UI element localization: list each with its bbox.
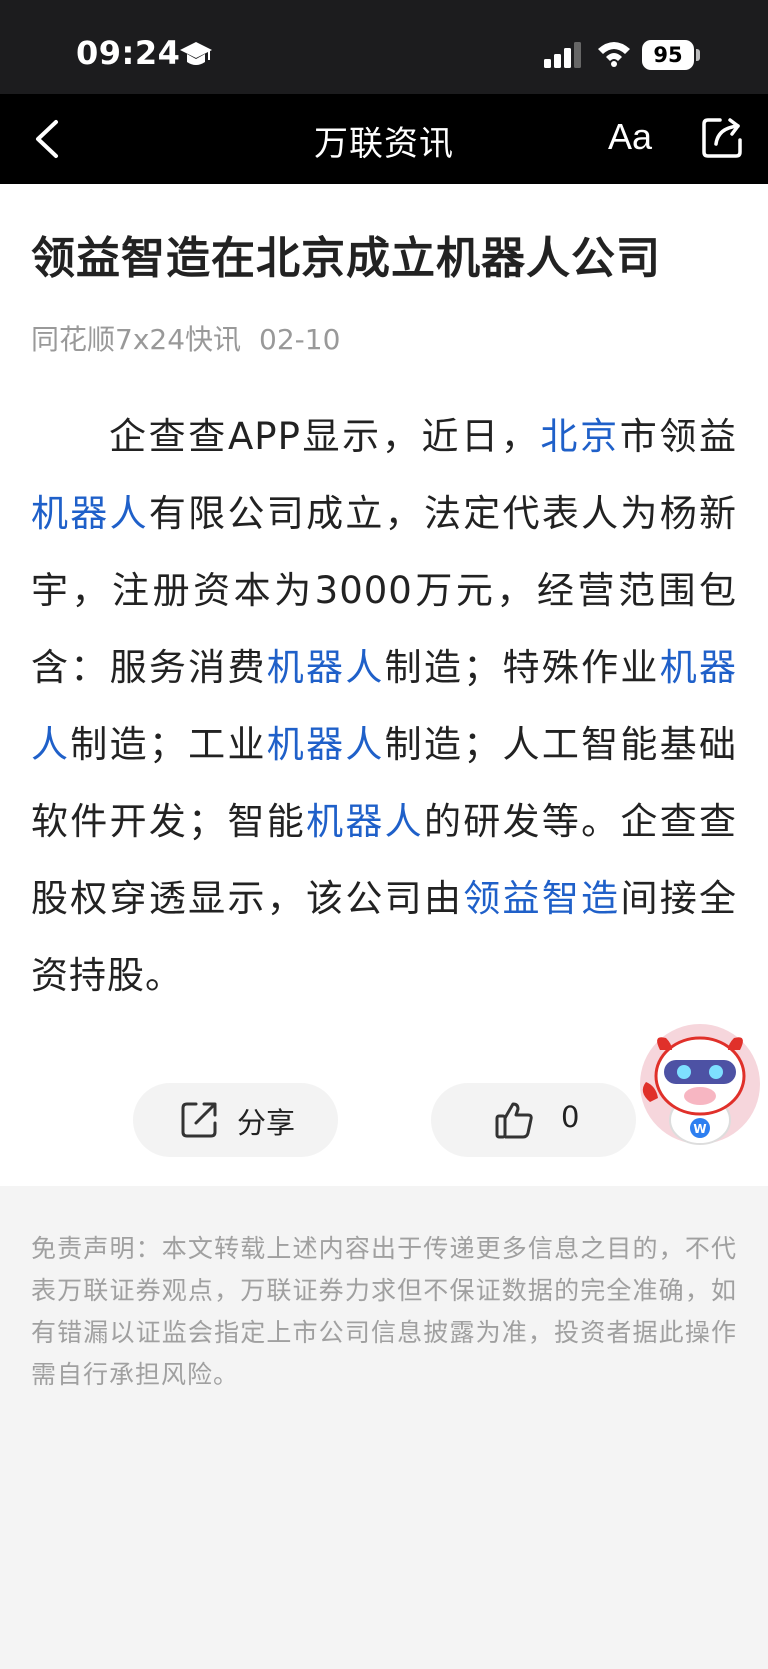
- svg-text:W: W: [693, 1122, 706, 1136]
- cellular-signal-icon: [544, 42, 581, 68]
- article-keyword-link[interactable]: 机器人: [267, 646, 385, 689]
- wifi-icon: [598, 42, 630, 67]
- article-source: 同花顺7x24快讯: [31, 323, 242, 356]
- article-text-segment: 制造；特殊作业: [384, 646, 660, 689]
- nav-bar: 万联资讯 Aa: [0, 94, 768, 184]
- article-keyword-link[interactable]: 机器人: [306, 800, 424, 843]
- article-text-segment: 企查查APP显示，近日，: [109, 415, 541, 458]
- mascot-assistant-icon[interactable]: W: [632, 1020, 762, 1150]
- article-date: 02-10: [259, 323, 341, 356]
- share-button[interactable]: 分享: [133, 1083, 338, 1157]
- article-keyword-link[interactable]: 北京: [540, 415, 619, 458]
- battery-indicator: 95: [642, 40, 694, 70]
- article-text-segment: 制造；工业: [70, 723, 267, 766]
- external-share-icon: [181, 1102, 217, 1138]
- article-keyword-link[interactable]: 机器人: [267, 723, 385, 766]
- disclaimer-text: 免责声明：本文转载上述内容出于传递更多信息之目的，不代表万联证券观点，万联证券力…: [31, 1234, 737, 1389]
- share-icon[interactable]: [700, 116, 744, 160]
- share-label: 分享: [237, 1106, 296, 1140]
- article-body: 企查查APP显示，近日，北京市领益机器人有限公司成立，法定代表人为杨新宇，注册资…: [31, 398, 737, 1014]
- article-keyword-link[interactable]: 机器人: [31, 492, 149, 535]
- nav-title: 万联资讯: [314, 124, 454, 164]
- article-meta: 同花顺7x24快讯 02-10: [31, 318, 340, 358]
- battery-nub: [696, 49, 700, 61]
- article-keyword-link[interactable]: 领益智造: [463, 877, 620, 920]
- graduation-cap-icon: [180, 42, 212, 65]
- article-text-segment: 市领益: [619, 415, 738, 458]
- article-title: 领益智造在北京成立机器人公司: [31, 233, 661, 284]
- like-count: 0: [561, 1100, 580, 1134]
- font-size-toggle[interactable]: Aa: [608, 116, 652, 158]
- like-button[interactable]: 0: [431, 1083, 636, 1157]
- thumbs-up-icon: [495, 1102, 533, 1139]
- status-time: 09:24: [76, 34, 181, 72]
- status-bar: 09:24 95: [0, 0, 768, 94]
